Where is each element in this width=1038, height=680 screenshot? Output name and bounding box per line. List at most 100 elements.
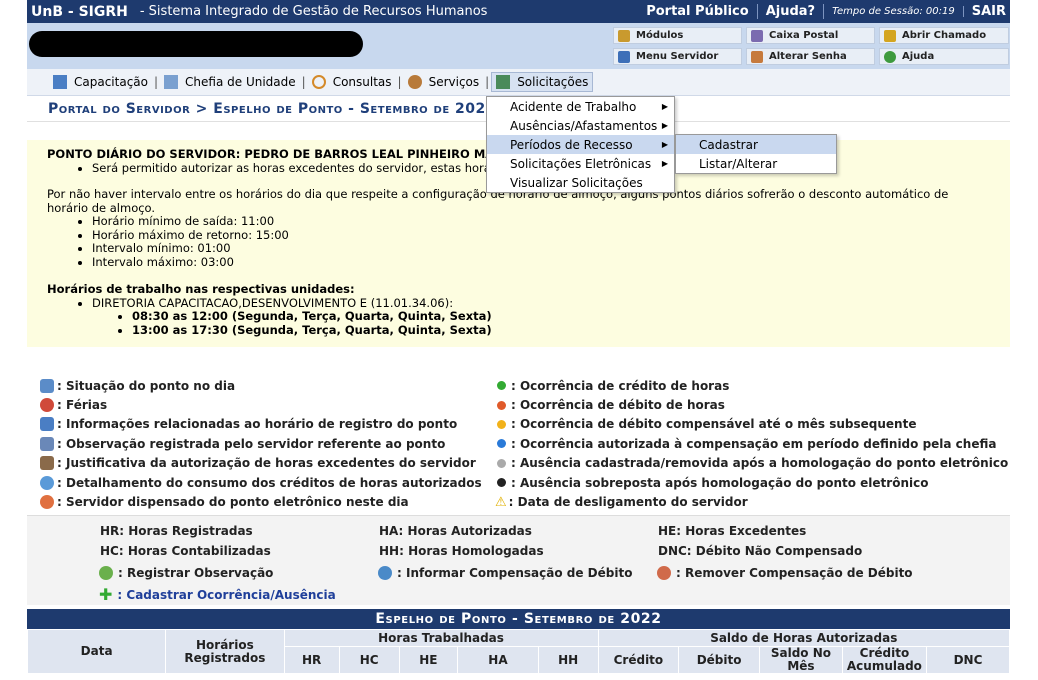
rule-item: Intervalo mínimo: 01:00 [92,241,990,256]
training-icon [53,75,67,89]
legend-item: : Ausência sobreposta após homologação d… [495,473,1008,492]
user-note-icon [40,436,54,451]
remove-compensation-action[interactable]: : Remover Compensação de Débito [657,566,913,580]
rule-item: Intervalo máximo: 03:00 [92,255,990,270]
col-credito-acumulado: Crédito Acumulado [841,646,927,674]
dropdown-item-ausencias[interactable]: Ausências/Afastamentos ▶ [487,116,674,135]
info-icon [40,417,54,432]
dropdown-item-periodos-recesso[interactable]: Períodos de Recesso ▶ [487,135,674,154]
schedule-item: 13:00 as 17:30 (Segunda, Terça, Quarta, … [132,323,990,338]
group-balance: Saldo de Horas Autorizadas [597,629,1011,647]
unit-chief-icon [164,75,179,89]
col-ha: HA [457,646,539,674]
submenu-item-listar[interactable]: Listar/Alterar [676,154,836,173]
submenu-arrow-icon: ▶ [661,121,668,130]
legend-item: : Férias [40,395,482,414]
solicitacoes-dropdown: Acidente de Trabalho ▶ Ausências/Afastame… [486,96,675,193]
plus-icon: ✚ [99,585,113,604]
modules-button[interactable]: Módulos [613,27,742,44]
col-credito: Crédito [597,646,680,674]
table-title: Espelho de Ponto - Setembro de 2022 [27,609,1010,629]
menu-servicos[interactable]: Serviços [404,72,484,92]
session-timer: Tempo de Sessão: 00:19 [824,6,964,17]
schedule-item: 08:30 as 12:00 (Segunda, Terça, Quarta, … [132,309,990,324]
menu-solicitacoes[interactable]: Solicitações [491,72,594,92]
menu-consultas[interactable]: Consultas [308,72,396,92]
abbr-dnc: DNC: Débito Não Compensado [658,544,863,558]
legend-item: : Ocorrência de crédito de horas [495,376,1008,395]
units-title: Horários de trabalho nas respectivas uni… [47,282,355,296]
compensation-add-icon [378,566,392,580]
register-occurrence-link[interactable]: ✚: Cadastrar Ocorrência/Ausência [99,585,336,604]
brand-title: UnB - SIGRH [31,3,128,20]
open-ticket-button[interactable]: Abrir Chamado [879,27,1009,44]
green-dot-icon [497,381,506,391]
menu-server-icon [618,50,630,63]
register-observation-action[interactable]: : Registrar Observação [99,566,273,580]
help-link[interactable]: Ajuda? [758,4,825,19]
menu-server-button[interactable]: Menu Servidor [613,48,742,65]
help-button[interactable]: Ajuda [879,48,1009,65]
submenu-arrow-icon: ▶ [661,102,668,111]
mailbox-button[interactable]: Caixa Postal [746,27,875,44]
compensation-remove-icon [657,566,671,580]
user-icon [40,456,54,471]
legend-item: : Informações relacionadas ao horário de… [40,415,482,434]
dropdown-item-visualizar[interactable]: Visualizar Solicitações [487,173,674,192]
modules-icon [618,29,630,42]
timesheet-table: Data Horários Registrados Horas Trabalha… [26,629,1011,674]
requests-icon [496,75,511,89]
dropdown-item-solicitacoes-eletronicas[interactable]: Solicitações Eletrônicas ▶ [487,154,674,173]
col-saldo: Saldo No Mês [758,646,843,674]
legend-item: : Situação do ponto no dia [40,376,482,395]
page-frame: UnB - SIGRH - Sistema Integrado de Gestã… [26,0,1011,680]
black-dot-icon [497,478,506,488]
recesso-submenu: Cadastrar Listar/Alterar [675,134,837,174]
submenu-arrow-icon: ▶ [661,159,668,168]
abbreviations-box: HR: Horas Registradas HA: Horas Autoriza… [27,515,1010,605]
change-password-button[interactable]: Alterar Senha [746,48,875,65]
bell-icon [884,29,896,42]
blue-dot-icon [497,439,506,449]
rule-item: Horário máximo de retorno: 15:00 [92,228,990,243]
warning-icon: ⚠ [495,494,507,510]
abbr-hh: HH: Horas Homologadas [379,544,544,558]
gray-dot-icon [497,458,506,468]
submenu-arrow-icon: ▶ [661,140,668,149]
mailbox-icon [751,29,763,42]
add-note-icon [99,566,113,580]
main-menu: Capacitação | Chefia de Unidade | Consul… [27,69,1010,96]
menu-chefia[interactable]: Chefia de Unidade [160,72,300,92]
dismissed-icon [40,495,54,510]
system-name: - Sistema Integrado de Gestão de Recurso… [139,4,488,19]
legend-item: ⚠: Data de desligamento do servidor [495,494,748,510]
yellow-dot-icon [497,419,506,429]
abbr-he: HE: Horas Excedentes [658,524,807,538]
inform-compensation-action[interactable]: : Informar Compensação de Débito [378,566,632,580]
menu-capacitacao[interactable]: Capacitação [49,72,152,92]
submenu-item-cadastrar[interactable]: Cadastrar [676,135,836,154]
col-data: Data [26,629,167,674]
top-bar: UnB - SIGRH - Sistema Integrado de Gestã… [27,0,1010,23]
portal-publico-link[interactable]: Portal Público [638,4,758,19]
red-dot-icon [497,400,506,410]
legend-item: : Ausência cadastrada/removida após a ho… [495,454,1008,473]
col-debito: Débito [678,646,760,674]
legend-item: : Justificativa da autorização de horas … [40,454,482,473]
search-icon [311,75,326,89]
clock-status-icon [40,378,54,393]
col-dnc: DNC [925,646,1011,674]
abbr-hr: HR: Horas Registradas [100,524,253,538]
logout-link[interactable]: SAIR [964,4,1006,19]
dropdown-item-acidente[interactable]: Acidente de Trabalho ▶ [487,97,674,116]
col-hc: HC [338,646,400,674]
header: Módulos Caixa Postal Abrir Chamado Menu … [27,23,1010,69]
help-icon [884,50,896,63]
redacted-user-name [29,31,363,57]
legend-item: : Observação registrada pelo servidor re… [40,434,482,453]
rule-item: Horário mínimo de saída: 11:00 [92,214,990,229]
col-hh: HH [537,646,599,674]
lifebuoy-icon [40,398,54,413]
legend-item: : Ocorrência autorizada à compensação em… [495,434,1008,453]
clock-icon [40,475,54,490]
